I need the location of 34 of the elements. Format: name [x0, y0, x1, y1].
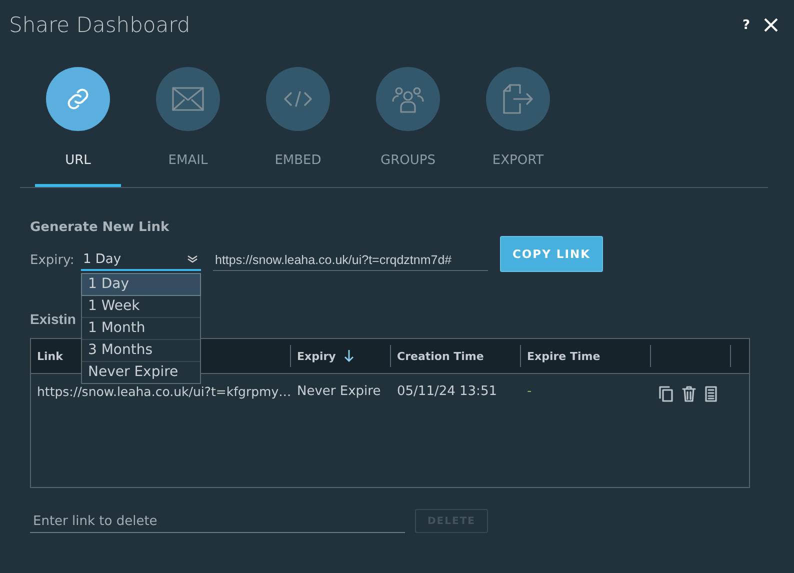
column-header[interactable]: Creation Time [397, 350, 484, 362]
dropdown-option[interactable]: 1 Day [82, 274, 200, 295]
column-header[interactable]: Link [37, 350, 63, 362]
section-heading: Generate New Link [30, 220, 170, 235]
document-icon[interactable] [705, 386, 717, 402]
section-heading: Existin [30, 311, 76, 327]
tab-label[interactable]: GROUPS [380, 153, 436, 168]
dropdown-option[interactable]: 1 Month [82, 317, 200, 339]
table-cell-text: Never Expire [296, 383, 382, 401]
dropdown-option[interactable]: Never Expire [82, 361, 200, 383]
help-button[interactable]: ? [738, 18, 754, 32]
tab-label[interactable]: URL [65, 153, 91, 168]
dropdown-option[interactable]: 1 Week [82, 295, 200, 317]
tab-label[interactable]: EMBED [274, 153, 322, 168]
table-cell-text: https://snow.leaha.co.uk/ui?t=kfgrpmy… [36, 383, 291, 401]
caret-icon [187, 255, 198, 263]
column-header[interactable]: Expire Time [527, 350, 600, 362]
code-icon [283, 90, 313, 108]
expiry-dropdown[interactable]: 1 Day [81, 249, 201, 271]
close-icon[interactable] [762, 16, 780, 34]
envelope-icon [172, 87, 204, 111]
expiry-label: Expiry: [30, 253, 76, 270]
people-icon [392, 85, 424, 113]
export-icon [502, 84, 534, 114]
tab-label[interactable]: EXPORT [492, 153, 544, 168]
trash-icon[interactable] [682, 386, 696, 402]
tab-label[interactable]: EMAIL [168, 153, 208, 168]
dropdown-option[interactable]: 3 Months [82, 339, 200, 361]
column-header[interactable]: Expiry [297, 350, 336, 362]
copy-icon[interactable] [659, 386, 673, 402]
window-title: Share Dashboard [9, 13, 190, 37]
table-cell-text: - [526, 383, 533, 401]
url-field[interactable]: https://snow.leaha.co.uk/ui?t=crqdztnm7d# [213, 249, 488, 271]
table-cell-text: 05/11/24 13:51 [396, 383, 498, 401]
